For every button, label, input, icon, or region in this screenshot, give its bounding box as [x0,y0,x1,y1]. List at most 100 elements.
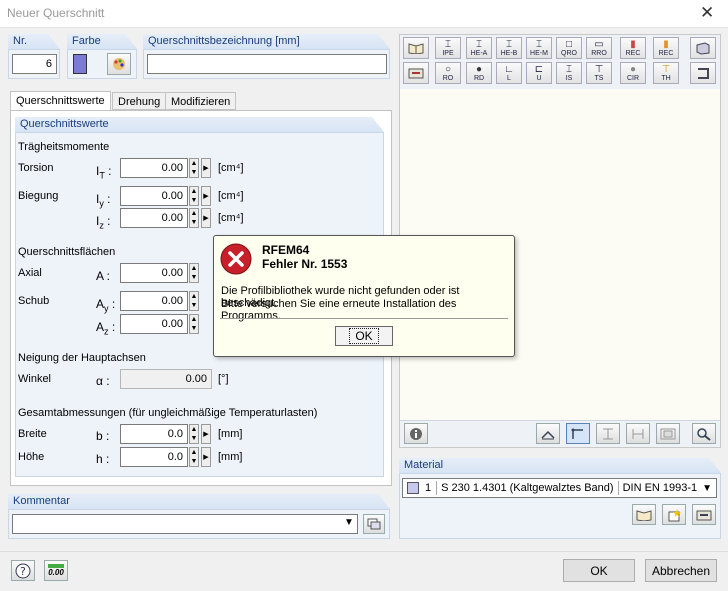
kommentar-input[interactable] [12,514,358,534]
library-book-button[interactable] [403,37,429,59]
b-unit: [mm] [218,428,243,440]
iy-menu-button[interactable]: ▶ [201,186,211,206]
material-library-button[interactable] [632,504,656,525]
profile-3d-button[interactable] [690,37,716,59]
import-button[interactable] [403,62,429,84]
b-menu-button[interactable]: ▶ [201,424,211,444]
info-button[interactable] [404,423,428,444]
it-spinner[interactable]: ▲ ▼ [189,158,199,178]
iy-input[interactable]: 0.00 [120,186,188,206]
material-new-button[interactable] [662,504,686,525]
material-select[interactable]: 1 S 230 1.4301 (Kaltgewalztes Band) DIN … [402,478,717,498]
material-name: S 230 1.4301 (Kaltgewalztes Band) [441,482,614,494]
a-spinner[interactable]: ▲ ▼ [189,263,199,283]
footer-divider [0,551,728,552]
iy-symbol: Iy : [96,192,111,209]
reset-view-button[interactable] [692,423,716,444]
profile-cir-button[interactable]: ● CIR [620,62,646,84]
profile-hea-button[interactable]: ⌶ HE-A [466,37,492,59]
nr-label: Nr. [13,35,28,47]
alpha-input: 0.00 [120,369,212,389]
alpha-symbol: α : [96,374,110,388]
hem-icon: ⌶ [536,38,542,50]
kommentar-library-button[interactable] [363,514,385,534]
h-menu-button[interactable]: ▶ [201,447,211,467]
profile-l-button[interactable]: ∟ L [496,62,522,84]
frame-icon [660,428,676,439]
profile-ro-button[interactable]: ○ RO [435,62,461,84]
calculator-button[interactable]: 0.00 [44,560,68,581]
iy-spinner[interactable]: ▲ ▼ [189,186,199,206]
ts-icon: ⊤ [594,63,604,75]
kommentar-dropdown-icon[interactable]: ▼ [344,517,354,528]
tab-modifizieren[interactable]: Modifizieren [165,92,237,110]
tab-querschnittswerte[interactable]: Querschnittswerte [10,91,111,111]
iz-spinner[interactable]: ▲ ▼ [189,208,199,228]
color-swatch[interactable] [73,54,87,74]
iz-menu-button[interactable]: ▶ [201,208,211,228]
it-menu-button[interactable]: ▶ [201,158,211,178]
profile-hem-button[interactable]: ⌶ HE-M [526,37,552,59]
error-ok-button[interactable]: OK [335,326,393,346]
gesamt-title: Gesamtabmessungen (für ungleichmäßige Te… [18,407,318,419]
ay-spinner[interactable]: ▲ ▼ [189,291,199,311]
import-icon [408,68,424,79]
traegheit-title: Trägheitsmomente [18,141,110,153]
nr-input[interactable]: 6 [12,54,57,74]
u-icon: ⊏ [534,63,544,75]
profile-ts-button[interactable]: ⊤ TS [586,62,612,84]
b-spinner[interactable]: ▲ ▼ [189,424,199,444]
profile-th-button[interactable]: ⊤ TH [653,62,679,84]
profile-rd-button[interactable]: ● RD [466,62,492,84]
profile-rec-timber-button[interactable]: ▮ REC [653,37,679,59]
h-spinner[interactable]: ▲ ▼ [189,447,199,467]
view-frame-button[interactable] [656,423,680,444]
ro-icon: ○ [444,63,452,75]
profile-qro-button[interactable]: □ QRO [556,37,582,59]
ay-symbol: Ay : [96,297,116,314]
height-dim-icon [603,428,613,439]
profile-heb-button[interactable]: ⌶ HE-B [496,37,522,59]
b-input[interactable]: 0.0 [120,424,188,444]
profile-u-button[interactable]: ⊏ U [526,62,552,84]
profile-ipe-button[interactable]: ⌶ IPE [435,37,461,59]
it-input[interactable]: 0.00 [120,158,188,178]
hea-icon: ⌶ [476,38,482,50]
view-width-button[interactable] [626,423,650,444]
color-palette-button[interactable] [107,53,131,75]
farbe-header: Farbe [67,34,137,49]
a-input[interactable]: 0.00 [120,263,188,283]
view-height-button[interactable] [596,423,620,444]
material-edit-button[interactable] [692,504,716,525]
error-number: Fehler Nr. 1553 [262,257,348,271]
h-input[interactable]: 0.0 [120,447,188,467]
profile-rec-button[interactable]: ▮ REC [620,37,646,59]
h-unit: [mm] [218,451,243,463]
flaechen-title: Querschnittsflächen [18,246,116,258]
view-axes-button[interactable] [536,423,560,444]
profile-rro-button[interactable]: ▭ RRO [586,37,612,59]
calculator-label: 0.00 [48,568,64,577]
winkel-label: Winkel [18,373,52,385]
view-dimensions-button[interactable] [566,423,590,444]
az-spinner[interactable]: ▲ ▼ [189,314,199,334]
material-label: Material [404,459,444,471]
cancel-button[interactable]: Abbrechen [645,559,717,582]
error-ok-label: OK [349,328,379,344]
material-dropdown-icon[interactable]: ▼ [702,483,712,494]
help-button[interactable]: ? [11,560,35,581]
close-icon[interactable]: ✕ [700,3,714,23]
profile-thin-button[interactable] [690,62,716,84]
title-bar: Neuer Querschnitt ✕ [0,0,728,28]
alpha-unit: [°] [218,373,229,385]
ok-button[interactable]: OK [563,559,635,582]
svg-text:?: ? [20,565,26,578]
bezeichnung-input[interactable] [147,54,387,74]
ay-input[interactable]: 0.00 [120,291,188,311]
rec-timber-icon: ▮ [663,38,669,50]
profile-is-button[interactable]: ⌶ IS [556,62,582,84]
iz-input[interactable]: 0.00 [120,208,188,228]
az-input[interactable]: 0.00 [120,314,188,334]
tab-drehung[interactable]: Drehung [112,92,167,110]
is-icon: ⌶ [566,63,572,75]
